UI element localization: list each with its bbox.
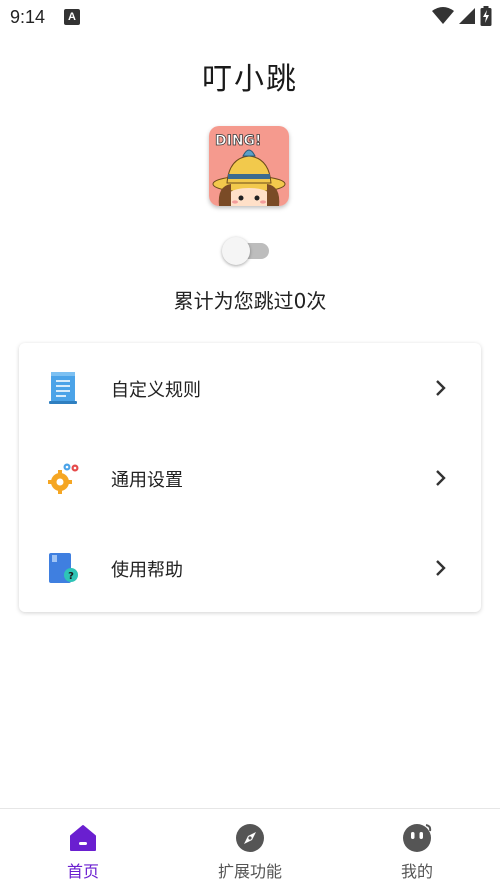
svg-text:?: ? [68,571,74,582]
chevron-right-icon [436,470,446,486]
skip-count-text: 累计为您跳过0次 [173,289,327,313]
status-icons [432,6,492,26]
wifi-icon [432,7,454,24]
app-title: 叮小跳 [202,62,298,97]
compass-icon [236,824,264,852]
home-icon [70,825,96,851]
toggle-thumb [222,237,250,265]
chevron-right-icon [436,380,446,396]
nav-item-mine[interactable]: 我的 [334,809,500,888]
chevron-right-icon [436,560,446,576]
a-icon: A [64,9,80,25]
status-bar: 9:14 A [0,0,500,34]
nav-item-extensions[interactable]: 扩展功能 [167,809,333,888]
nav-label: 扩展功能 [217,862,282,881]
help-book-icon: ? [49,553,78,583]
gears-icon [48,463,79,494]
menu-item-label: 通用设置 [111,470,183,491]
status-time: 9:14 [10,7,46,27]
menu-item-general-settings[interactable]: 通用设置 [19,433,481,523]
document-icon [49,372,77,404]
svg-text:DING!: DING! [215,133,261,149]
nav-item-home[interactable]: 首页 [0,809,166,888]
menu-item-help[interactable]: ? 使用帮助 [19,523,481,613]
bottom-nav: 首页 扩展功能 我的 [0,808,500,888]
face-icon [403,824,432,852]
skip-toggle[interactable] [221,236,271,266]
battery-icon [480,6,492,26]
nav-label: 我的 [400,862,433,881]
menu-item-label: 使用帮助 [111,560,183,581]
menu-item-label: 自定义规则 [111,380,201,401]
menu-item-custom-rules[interactable]: 自定义规则 [19,343,481,433]
signal-icon [459,8,475,24]
nav-label: 首页 [66,862,99,881]
menu-card: 自定义规则 通用设置 ? 使用帮助 [19,343,481,612]
app-logo: DING! [209,126,289,206]
